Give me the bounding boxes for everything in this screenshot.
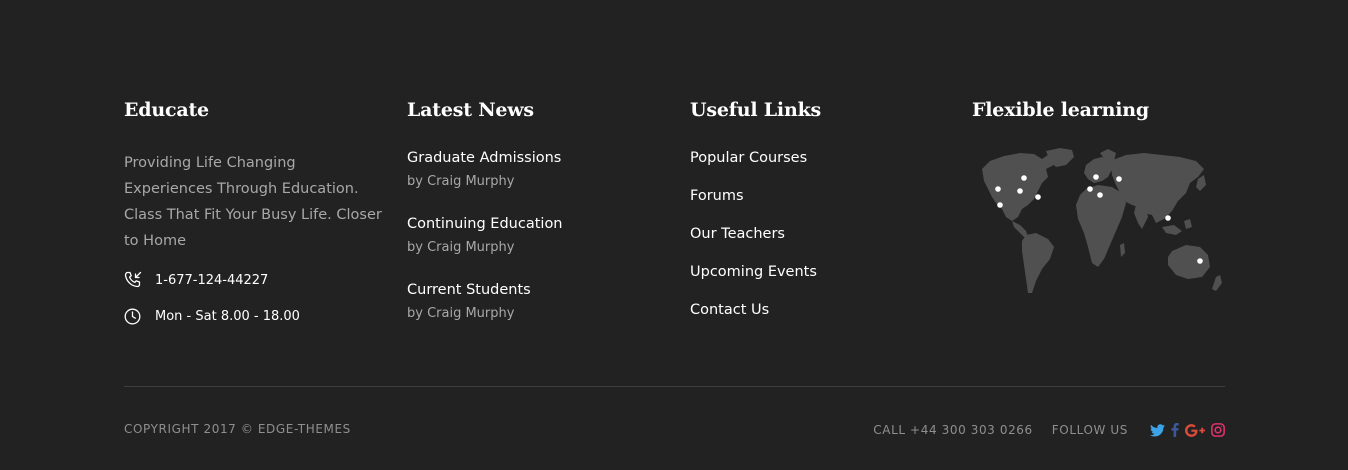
about-text: Providing Life Changing Experiences Thro… (124, 155, 382, 249)
link-popular-courses[interactable]: Popular Courses (690, 150, 807, 166)
news-item-title[interactable]: Current Students (407, 282, 531, 298)
useful-links-title: Useful Links (690, 99, 822, 121)
link-contact-us[interactable]: Contact Us (690, 302, 769, 318)
facebook-icon[interactable] (1171, 421, 1179, 439)
latest-news-title: Latest News (407, 99, 534, 121)
link-upcoming-events[interactable]: Upcoming Events (690, 264, 817, 280)
news-item-author[interactable]: by Craig Murphy (407, 306, 531, 321)
news-item-title[interactable]: Graduate Admissions (407, 150, 561, 166)
news-item-author[interactable]: by Craig Murphy (407, 174, 561, 189)
phone-number: 1-677-124-44227 (155, 272, 269, 288)
news-item-author[interactable]: by Craig Murphy (407, 240, 563, 255)
world-map (982, 148, 1222, 293)
link-our-teachers[interactable]: Our Teachers (690, 226, 785, 242)
opening-hours: Mon - Sat 8.00 - 18.00 (155, 308, 300, 324)
about-title: Educate (124, 99, 209, 121)
news-item-title[interactable]: Continuing Education (407, 216, 563, 232)
copyright-text: COPYRIGHT 2017 © EDGE-THEMES (124, 422, 351, 436)
phone-icon (124, 271, 142, 289)
twitter-icon[interactable] (1150, 421, 1165, 439)
flexible-learning-title: Flexible learning (972, 99, 1149, 121)
clock-icon (124, 307, 142, 325)
call-text[interactable]: CALL +44 300 303 0266 (873, 423, 1033, 437)
follow-us-label: FOLLOW US (1051, 423, 1128, 437)
news-item: Continuing Education by Craig Murphy (407, 216, 563, 255)
google-plus-icon[interactable] (1185, 421, 1205, 439)
footer-top: Educate Providing Life Changing Experien… (124, 0, 1225, 386)
phone-row[interactable]: 1-677-124-44227 (124, 271, 268, 289)
instagram-icon[interactable] (1211, 421, 1225, 439)
news-item: Current Students by Craig Murphy (407, 282, 531, 321)
hours-row: Mon - Sat 8.00 - 18.00 (124, 307, 300, 325)
footer-bottom-right: CALL +44 300 303 0266 FOLLOW US (873, 420, 1225, 440)
news-item: Graduate Admissions by Craig Murphy (407, 150, 561, 189)
footer-bottom: COPYRIGHT 2017 © EDGE-THEMES CALL +44 30… (124, 420, 1225, 440)
link-forums[interactable]: Forums (690, 188, 744, 204)
footer-divider (124, 386, 1225, 387)
